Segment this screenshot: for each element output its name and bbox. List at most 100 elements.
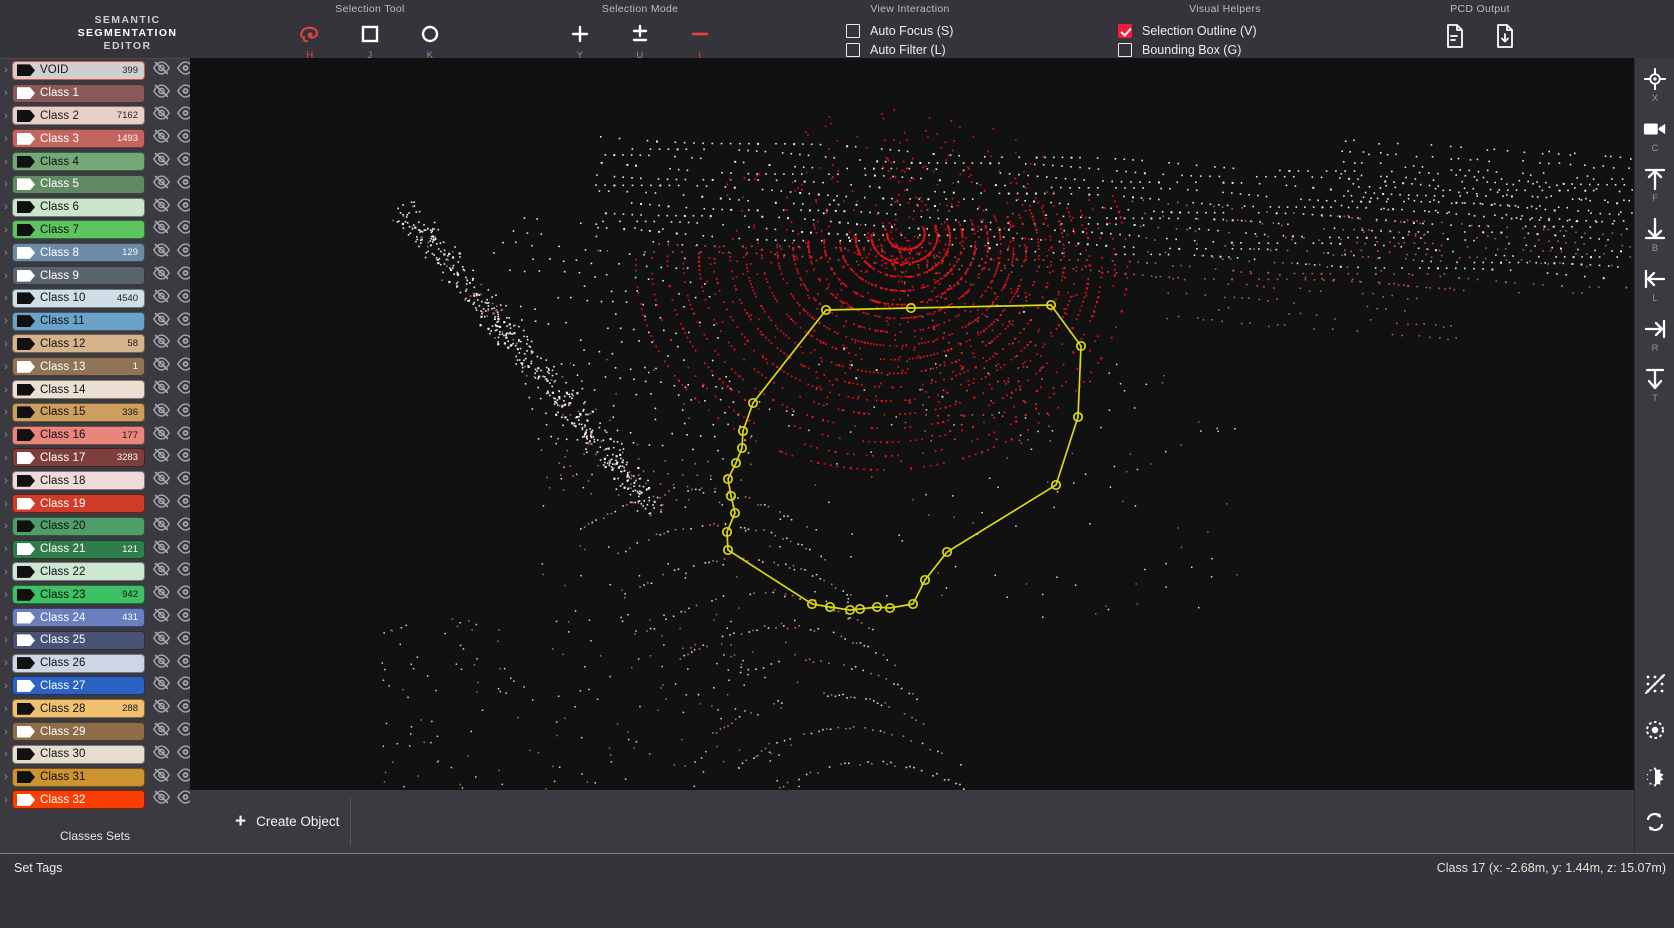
eye-off-icon[interactable] [153, 334, 170, 353]
eye-off-icon[interactable] [153, 585, 170, 604]
class-row[interactable]: › Class 6 [0, 196, 190, 219]
class-row[interactable]: › Class 7 [0, 219, 190, 242]
eye-off-icon[interactable] [153, 517, 170, 536]
eye-off-icon[interactable] [153, 767, 170, 787]
class-row[interactable]: › VOID 399 [0, 59, 190, 82]
class-chip[interactable]: Class 15 336 [12, 402, 145, 422]
class-chip[interactable]: Class 13 1 [12, 357, 145, 377]
class-chip[interactable]: VOID 399 [12, 60, 145, 80]
create-object-button[interactable]: + Create Object [235, 812, 339, 831]
eye-icon[interactable] [177, 517, 190, 536]
class-expand-caret[interactable]: › [0, 219, 12, 241]
class-chip[interactable]: Class 21 121 [12, 539, 145, 559]
pointcloud-canvas[interactable] [190, 58, 1634, 790]
class-expand-caret[interactable]: › [0, 356, 12, 378]
class-chip[interactable]: Class 22 [12, 562, 145, 582]
eye-off-icon[interactable] [153, 608, 170, 627]
class-expand-caret[interactable]: › [0, 105, 12, 127]
class-chip[interactable]: Class 25 [12, 630, 145, 650]
class-chip[interactable]: Class 19 [12, 494, 145, 514]
auto-focus-toggle[interactable]: Auto Focus (S) [846, 24, 1030, 38]
eye-off-icon[interactable] [153, 175, 170, 194]
class-row[interactable]: › Class 26 [0, 652, 190, 675]
class-expand-caret[interactable]: › [0, 128, 12, 150]
eye-off-icon[interactable] [153, 790, 170, 809]
bounding-box-checkbox[interactable] [1118, 43, 1132, 57]
eye-off-icon[interactable] [153, 84, 170, 103]
class-row[interactable]: › Class 29 [0, 720, 190, 743]
class-row[interactable]: › Class 13 1 [0, 355, 190, 378]
eye-off-icon[interactable] [153, 631, 170, 650]
class-row[interactable]: › Class 16 177 [0, 424, 190, 447]
class-expand-caret[interactable]: › [0, 698, 12, 720]
class-expand-caret[interactable]: › [0, 493, 12, 515]
class-expand-caret[interactable]: › [0, 82, 12, 104]
eye-off-icon[interactable] [153, 425, 170, 445]
eye-off-icon[interactable] [153, 266, 170, 285]
eye-icon[interactable] [177, 84, 190, 103]
eye-icon[interactable] [177, 129, 190, 148]
eye-icon[interactable] [177, 448, 190, 467]
eye-off-icon[interactable] [153, 539, 170, 559]
class-chip[interactable]: Class 26 [12, 653, 145, 673]
eye-icon[interactable] [177, 61, 190, 80]
rail-button-f[interactable]: F [1635, 166, 1674, 204]
class-expand-caret[interactable]: › [0, 447, 12, 469]
rail-button-brightness-contrast[interactable] [1635, 763, 1674, 789]
class-chip[interactable]: Class 9 [12, 266, 145, 286]
class-chip[interactable]: Class 4 [12, 152, 145, 172]
class-row[interactable]: › Class 4 [0, 150, 190, 173]
class-expand-caret[interactable]: › [0, 538, 12, 560]
class-row[interactable]: › Class 28 288 [0, 697, 190, 720]
eye-off-icon[interactable] [153, 61, 170, 80]
class-row[interactable]: › Class 8 129 [0, 241, 190, 264]
class-row[interactable]: › Class 23 942 [0, 583, 190, 606]
class-expand-caret[interactable]: › [0, 287, 12, 309]
class-row[interactable]: › Class 19 [0, 492, 190, 515]
class-chip[interactable]: Class 32 [12, 790, 145, 810]
class-chip[interactable]: Class 24 431 [12, 608, 145, 628]
class-chip[interactable]: Class 12 58 [12, 334, 145, 354]
eye-off-icon[interactable] [153, 380, 170, 399]
class-chip[interactable]: Class 29 [12, 722, 145, 741]
eye-icon[interactable] [177, 425, 190, 445]
class-row[interactable]: › Class 3 1493 [0, 127, 190, 150]
file-download-icon[interactable] [1495, 24, 1515, 53]
class-row[interactable]: › Class 18 [0, 469, 190, 492]
class-expand-caret[interactable]: › [0, 470, 12, 492]
rail-button-t[interactable]: T [1635, 366, 1674, 404]
eye-icon[interactable] [177, 608, 190, 627]
class-row[interactable]: › Class 1 [0, 82, 190, 105]
class-chip[interactable]: Class 3 1493 [12, 129, 145, 149]
bounding-box-toggle[interactable]: Bounding Box (G) [1118, 43, 1360, 57]
class-row[interactable]: › Class 32 [0, 789, 190, 812]
rail-button-r[interactable]: R [1635, 316, 1674, 354]
circle-tool-button[interactable]: K [413, 21, 447, 61]
class-chip[interactable]: Class 17 3283 [12, 448, 145, 468]
eye-icon[interactable] [177, 562, 190, 581]
eye-icon[interactable] [177, 106, 190, 125]
eye-off-icon[interactable] [153, 129, 170, 148]
class-chip[interactable]: Class 14 [12, 380, 145, 400]
eye-icon[interactable] [177, 403, 190, 422]
class-row[interactable]: › Class 31 [0, 766, 190, 789]
eye-off-icon[interactable] [153, 311, 170, 331]
eye-off-icon[interactable] [153, 243, 170, 262]
class-row[interactable]: › Class 5 [0, 173, 190, 196]
class-row[interactable]: › Class 27 [0, 675, 190, 698]
eye-off-icon[interactable] [153, 357, 170, 376]
lasso-tool-button[interactable]: H [293, 21, 327, 61]
class-expand-caret[interactable]: › [0, 173, 12, 195]
eye-icon[interactable] [177, 266, 190, 285]
eye-icon[interactable] [177, 494, 190, 513]
class-expand-caret[interactable]: › [0, 652, 12, 674]
classes-sets-button[interactable]: Classes Sets [0, 818, 190, 853]
eye-off-icon[interactable] [153, 745, 170, 764]
eye-icon[interactable] [177, 175, 190, 194]
eye-off-icon[interactable] [153, 448, 170, 467]
class-chip[interactable]: Class 8 129 [12, 243, 145, 263]
class-chip[interactable]: Class 23 942 [12, 585, 145, 605]
eye-off-icon[interactable] [153, 471, 170, 490]
class-expand-caret[interactable]: › [0, 310, 12, 332]
eye-off-icon[interactable] [153, 699, 170, 718]
